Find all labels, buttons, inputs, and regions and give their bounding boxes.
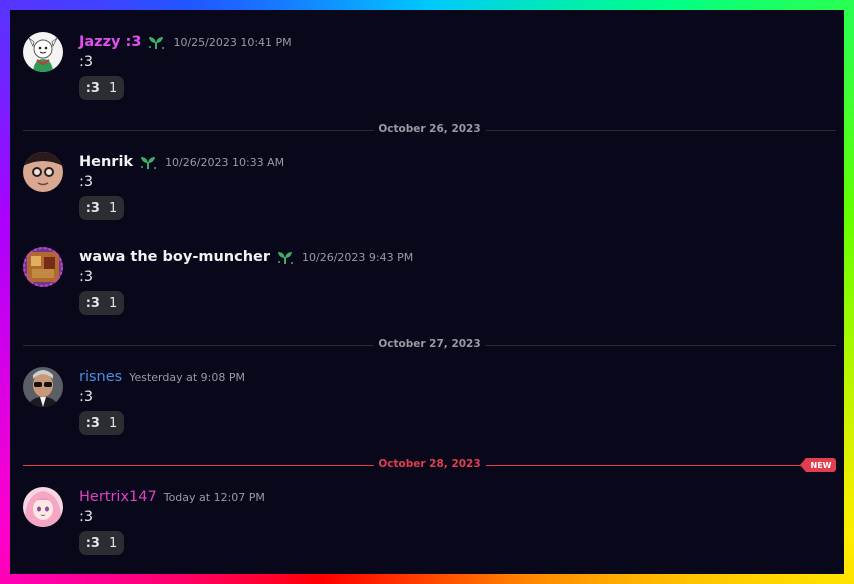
reaction-emoji: :3 <box>85 295 100 311</box>
reaction-count: 1 <box>108 80 118 96</box>
sprout-icon[interactable] <box>138 153 158 171</box>
reaction-button[interactable]: :3 1 <box>79 411 124 435</box>
new-messages-divider: October 28, 2023 NEW <box>23 458 836 472</box>
sprout-icon[interactable] <box>146 33 166 51</box>
timestamp[interactable]: 10/25/2023 10:41 PM <box>173 36 291 49</box>
username[interactable]: risnes <box>79 369 122 385</box>
message-header: Henrik 10/26/2023 10:33 AM <box>79 152 284 172</box>
message-text: :3 <box>79 389 94 405</box>
date-label: October 26, 2023 <box>373 123 486 135</box>
chat-messages: Jazzy :3 10/25/2023 10:41 PM :3 :3 1 Oct… <box>10 10 844 574</box>
anime-girl-avatar-icon[interactable] <box>23 487 63 527</box>
reaction-button[interactable]: :3 1 <box>79 196 124 220</box>
reaction-count: 1 <box>108 200 118 216</box>
message-header: risnes Yesterday at 9:08 PM <box>79 367 245 387</box>
timestamp[interactable]: 10/26/2023 10:33 AM <box>165 156 284 169</box>
message-text: :3 <box>79 269 94 285</box>
reaction-emoji: :3 <box>85 415 100 431</box>
date-label: October 28, 2023 <box>373 458 486 470</box>
message-item: Hertrix147 Today at 12:07 PM :3 :3 1 <box>10 487 844 559</box>
reaction-button[interactable]: :3 1 <box>79 531 124 555</box>
face-avatar-icon[interactable] <box>23 152 63 192</box>
reaction-count: 1 <box>108 535 118 551</box>
message-item: Jazzy :3 10/25/2023 10:41 PM :3 :3 1 <box>10 32 844 104</box>
reaction-emoji: :3 <box>85 80 100 96</box>
new-badge: NEW <box>800 458 836 472</box>
date-divider: October 27, 2023 <box>23 338 836 352</box>
message-item: wawa the boy-muncher 10/26/2023 9:43 PM … <box>10 247 844 319</box>
username[interactable]: wawa the boy-muncher <box>79 249 270 265</box>
reaction-count: 1 <box>108 415 118 431</box>
date-label: October 27, 2023 <box>373 338 486 350</box>
reaction-button[interactable]: :3 1 <box>79 76 124 100</box>
reaction-count: 1 <box>108 295 118 311</box>
message-text: :3 <box>79 509 94 525</box>
reaction-emoji: :3 <box>85 200 100 216</box>
username[interactable]: Henrik <box>79 154 133 170</box>
collage-avatar-icon[interactable] <box>23 247 63 287</box>
username[interactable]: Hertrix147 <box>79 489 157 505</box>
message-header: wawa the boy-muncher 10/26/2023 9:43 PM <box>79 247 413 267</box>
message-text: :3 <box>79 54 94 70</box>
goat-avatar-icon[interactable] <box>23 32 63 72</box>
sunglasses-man-avatar-icon[interactable] <box>23 367 63 407</box>
reaction-button[interactable]: :3 1 <box>79 291 124 315</box>
reaction-emoji: :3 <box>85 535 100 551</box>
message-item: Henrik 10/26/2023 10:33 AM :3 :3 1 <box>10 152 844 224</box>
message-header: Jazzy :3 10/25/2023 10:41 PM <box>79 32 292 52</box>
message-item: risnes Yesterday at 9:08 PM :3 :3 1 <box>10 367 844 439</box>
timestamp[interactable]: 10/26/2023 9:43 PM <box>302 251 413 264</box>
username[interactable]: Jazzy :3 <box>79 34 141 50</box>
message-text: :3 <box>79 174 94 190</box>
date-divider: October 26, 2023 <box>23 123 836 137</box>
timestamp[interactable]: Today at 12:07 PM <box>164 491 265 504</box>
timestamp[interactable]: Yesterday at 9:08 PM <box>129 371 245 384</box>
message-header: Hertrix147 Today at 12:07 PM <box>79 487 265 507</box>
sprout-icon[interactable] <box>275 248 295 266</box>
